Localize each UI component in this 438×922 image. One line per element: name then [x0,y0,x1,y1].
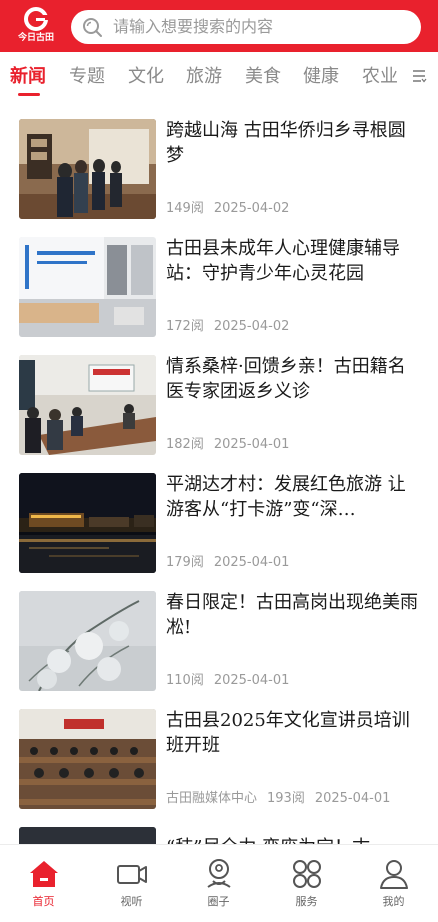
nav-label: 圈子 [207,895,230,908]
read-count: 182阅 [166,437,204,452]
nav-label: 首页 [32,895,55,908]
news-item[interactable]: 春日限定！古田高岗出现绝美雨凇! 110阅 2025-04-01 [0,574,438,692]
tab-menu-icon[interactable] [411,68,427,84]
publish-date: 2025-04-01 [213,437,290,452]
profile-icon [380,860,408,889]
active-tab-indicator [18,93,40,96]
news-title[interactable]: 春日限定！古田高岗出现绝美雨凇! [166,590,418,640]
news-item[interactable]: 情系桑梓·回馈乡亲！古田籍名医专家团返乡义诊 182阅 2025-04-01 [0,338,438,456]
community-icon [207,859,231,888]
nav-label: 服务 [295,895,318,908]
news-item[interactable]: 古田县未成年人心理健康辅导站：守护青少年心灵花园 172阅 2025-04-02 [0,220,438,338]
tab-topics[interactable]: 专题 [69,66,105,88]
news-title[interactable]: 古田县2025年文化宣讲员培训班开班 [166,708,418,758]
publish-date: 2025-04-01 [213,673,290,688]
read-count: 110阅 [166,673,204,688]
publish-date: 2025-04-02 [213,201,290,216]
nav-label: 视听 [120,895,143,908]
news-thumbnail [19,709,156,809]
news-title[interactable]: “秸”尽全力 变废为宝！古 [166,835,418,844]
news-source: 古田融媒体中心 [166,791,258,806]
news-meta: 172阅 2025-04-02 [166,319,299,335]
news-title[interactable]: 跨越山海 古田华侨归乡寻根圆梦 [166,118,418,168]
news-meta: 149阅 2025-04-02 [166,201,299,217]
news-item[interactable]: 跨越山海 古田华侨归乡寻根圆梦 149阅 2025-04-02 [0,102,438,220]
read-count: 172阅 [166,319,204,334]
tab-culture[interactable]: 文化 [128,66,164,88]
news-title[interactable]: 平湖达才村：发展红色旅游 让游客从“打卡游”变“深… [166,472,418,522]
news-meta: 110阅 2025-04-01 [166,673,299,689]
news-thumbnail [19,473,156,573]
logo-text: 今日古田 [17,33,54,43]
news-title[interactable]: 古田县未成年人心理健康辅导站：守护青少年心灵花园 [166,236,418,286]
search-bar[interactable]: 请输入想要搜索的内容 [71,10,421,44]
news-title[interactable]: 情系桑梓·回馈乡亲！古田籍名医专家团返乡义诊 [166,354,418,404]
news-thumbnail [19,591,156,691]
news-item[interactable]: “秸”尽全力 变废为宝！古 [0,810,438,844]
nav-profile[interactable]: 我的 [350,845,437,922]
search-placeholder[interactable]: 请输入想要搜索的内容 [113,18,273,36]
nav-services[interactable]: 服务 [263,845,350,922]
tab-news[interactable]: 新闻 [10,66,46,88]
news-thumbnail [19,237,156,337]
tab-health[interactable]: 健康 [303,66,339,88]
search-icon [83,18,102,37]
read-count: 179阅 [166,555,204,570]
news-item[interactable]: 古田县2025年文化宣讲员培训班开班 古田融媒体中心 193阅 2025-04-01 [0,692,438,810]
home-icon [30,861,58,887]
publish-date: 2025-04-02 [213,319,290,334]
tab-food[interactable]: 美食 [245,66,281,88]
news-item[interactable]: 平湖达才村：发展红色旅游 让游客从“打卡游”变“深… 179阅 2025-04-0… [0,456,438,574]
news-thumbnail [19,119,156,219]
top-bar: 今日古田 请输入想要搜索的内容 [0,0,438,52]
nav-video[interactable]: 视听 [88,845,175,922]
nav-community[interactable]: 圈子 [175,845,262,922]
news-thumbnail [19,827,156,844]
news-list: 跨越山海 古田华侨归乡寻根圆梦 149阅 2025-04-02 古田县未成年人心理… [0,102,438,844]
tab-travel[interactable]: 旅游 [186,66,222,88]
publish-date: 2025-04-01 [314,791,391,806]
publish-date: 2025-04-01 [213,555,290,570]
services-grid-icon [293,860,321,888]
nav-home[interactable]: 首页 [0,845,87,922]
logo-icon [24,7,48,31]
news-thumbnail [19,355,156,455]
nav-label: 我的 [382,895,405,908]
tab-agriculture[interactable]: 农业 [362,66,398,88]
app-logo[interactable]: 今日古田 [14,6,58,46]
video-icon [117,865,147,884]
news-meta: 182阅 2025-04-01 [166,437,299,453]
bottom-navigation: 首页 视听 圈子 服务 我的 [0,844,438,922]
read-count: 193阅 [267,791,305,806]
read-count: 149阅 [166,201,204,216]
news-meta: 179阅 2025-04-01 [166,555,299,571]
news-meta: 古田融媒体中心 193阅 2025-04-01 [166,791,400,807]
category-tabs: 新闻 专题 文化 旅游 美食 健康 农业 [0,52,438,102]
